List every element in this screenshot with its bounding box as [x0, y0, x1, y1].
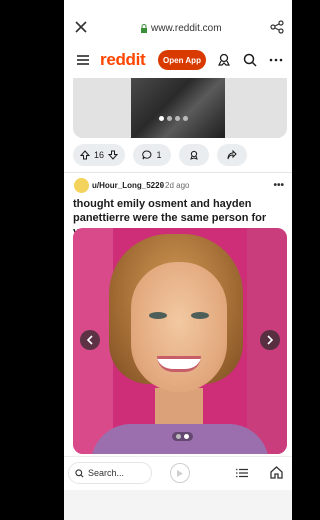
system-nav-area — [64, 490, 292, 520]
share-arrow-icon — [227, 150, 237, 160]
home-icon[interactable] — [270, 466, 283, 479]
reddit-logo[interactable]: reddit — [100, 50, 146, 70]
search-icon — [75, 468, 84, 477]
list-icon[interactable] — [236, 468, 248, 478]
more-icon[interactable] — [269, 53, 283, 67]
post-photo — [131, 78, 225, 138]
vote-count: 16 — [93, 150, 104, 160]
url-bar[interactable]: www.reddit.com — [140, 23, 222, 34]
browser-bar — [64, 0, 292, 40]
comment-icon — [142, 150, 152, 160]
open-app-button[interactable]: Open App — [158, 50, 206, 70]
post-time: • 2d ago — [160, 181, 190, 190]
search-icon[interactable] — [243, 53, 257, 67]
play-button[interactable] — [170, 463, 190, 483]
photo-eye — [149, 312, 167, 319]
post-username[interactable]: u/Hour_Long_5220 — [92, 181, 164, 190]
chevron-left-icon — [86, 335, 93, 345]
carousel-dot — [167, 116, 172, 121]
carousel-dot — [183, 116, 188, 121]
close-icon[interactable] — [74, 20, 88, 34]
post-image[interactable] — [73, 228, 287, 454]
avatar[interactable] — [74, 178, 89, 193]
play-icon — [177, 469, 183, 477]
menu-icon[interactable] — [76, 54, 90, 66]
comment-count: 1 — [156, 150, 162, 160]
search-input[interactable]: Search... — [68, 462, 152, 484]
carousel-prev-button[interactable] — [80, 330, 100, 350]
post-actions: 16 1 — [73, 144, 287, 166]
carousel-next-button[interactable] — [260, 330, 280, 350]
upvote-icon[interactable] — [79, 150, 90, 160]
vote-pill: 16 — [73, 144, 125, 166]
award-icon[interactable] — [217, 53, 231, 67]
comments-button[interactable]: 1 — [133, 144, 171, 166]
photo-neck — [155, 388, 203, 428]
post-divider — [64, 172, 292, 173]
left-black-bar — [0, 0, 64, 520]
carousel-dot — [175, 116, 180, 121]
carousel-dots — [172, 432, 193, 441]
carousel-dot — [176, 434, 181, 439]
award-button[interactable] — [179, 144, 209, 166]
phone-screen: www.reddit.com reddit Open App 16 1 u/Ho… — [64, 0, 292, 520]
search-placeholder: Search... — [88, 468, 125, 478]
lock-icon — [141, 24, 147, 33]
photo-face — [131, 262, 227, 392]
chevron-right-icon — [267, 335, 274, 345]
carousel-dot — [184, 434, 189, 439]
photo-eye — [191, 312, 209, 319]
post-more-button[interactable]: ••• — [273, 180, 284, 191]
share-button[interactable] — [217, 144, 247, 166]
carousel-dot — [159, 116, 164, 121]
share-icon[interactable] — [270, 20, 284, 34]
award-icon — [190, 150, 198, 160]
post-image[interactable] — [73, 78, 287, 138]
downvote-icon[interactable] — [108, 150, 118, 160]
carousel-dots — [159, 116, 188, 121]
url-text: www.reddit.com — [151, 23, 222, 34]
